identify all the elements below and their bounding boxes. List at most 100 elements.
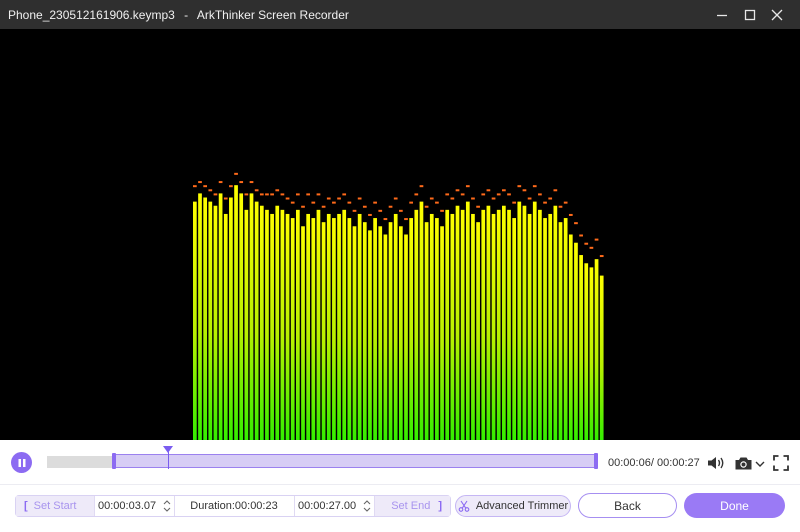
- divider: [0, 484, 800, 485]
- spectrum-peak: [203, 185, 208, 188]
- spectrum-bar: [455, 205, 460, 440]
- spectrum-peak: [435, 201, 439, 204]
- snapshot-button[interactable]: [733, 455, 753, 472]
- spectrum-peak: [393, 197, 398, 200]
- spectrum-bar: [306, 213, 311, 440]
- set-start-button[interactable]: [ Set Start: [16, 496, 94, 516]
- spectrum-peak: [429, 197, 434, 200]
- spectrum-bar: [496, 209, 501, 440]
- spectrum-peak: [543, 201, 547, 204]
- pause-button[interactable]: [11, 452, 32, 473]
- spectrum-bar: [558, 222, 563, 440]
- close-button[interactable]: [765, 4, 789, 26]
- spectrum-peak: [259, 193, 264, 196]
- spectrum-bar: [316, 209, 321, 440]
- current-time: 00:00:06: [608, 457, 651, 469]
- back-button[interactable]: Back: [578, 493, 677, 518]
- spectrum-bar: [543, 218, 547, 440]
- spectrum-bar: [290, 218, 295, 440]
- start-time-stepper[interactable]: [162, 497, 172, 515]
- spectrum-peak: [424, 205, 429, 208]
- spectrum-peak: [213, 193, 218, 196]
- spectrum-peak: [574, 222, 578, 225]
- spectrum-bar: [285, 213, 290, 440]
- title-bar: Phone_230512161906.keymp3 - ArkThinker S…: [0, 0, 800, 29]
- spectrum-bar: [450, 213, 455, 440]
- spectrum-peak: [229, 185, 233, 188]
- spectrum-peak: [594, 238, 599, 241]
- close-icon: [771, 9, 783, 21]
- set-start-label: Set Start: [33, 500, 77, 512]
- trimmer-icon: [458, 500, 470, 512]
- bracket-close: ]: [438, 500, 442, 512]
- spectrum-peak: [290, 201, 295, 204]
- spectrum-peak: [517, 185, 522, 188]
- spectrum-peak: [512, 201, 517, 204]
- spectrum-peak: [502, 189, 506, 192]
- fullscreen-button[interactable]: [772, 454, 790, 472]
- chevron-down-icon: [755, 461, 765, 467]
- spectrum-bar: [424, 222, 429, 440]
- spectrum-peak: [239, 181, 244, 184]
- spectrum-bar: [471, 213, 475, 440]
- spectrum-peak: [357, 197, 362, 200]
- end-time-stepper[interactable]: [362, 497, 372, 515]
- spectrum-peak: [265, 193, 269, 196]
- separator: [294, 496, 295, 516]
- spectrum-bar: [599, 275, 604, 440]
- set-end-button[interactable]: Set End ]: [375, 496, 450, 516]
- spectrum-bar: [218, 193, 223, 440]
- spectrum-peak: [486, 189, 491, 192]
- spectrum-peak: [218, 181, 223, 184]
- spectrum-bar: [435, 218, 439, 440]
- spectrum-peak: [321, 205, 326, 208]
- volume-button[interactable]: [705, 454, 727, 472]
- spectrum-bar: [337, 213, 341, 440]
- trim-end-handle[interactable]: [594, 453, 598, 469]
- bracket-open: [: [24, 500, 28, 512]
- spectrum-peak: [270, 193, 274, 196]
- spectrum-peak: [507, 193, 511, 196]
- spectrum-peak: [599, 255, 604, 258]
- trim-start-handle[interactable]: [112, 453, 116, 469]
- maximize-button[interactable]: [738, 4, 762, 26]
- spectrum-peak: [326, 197, 331, 200]
- spectrum-peak: [193, 185, 197, 188]
- spectrum-bar: [399, 226, 403, 440]
- advanced-trimmer-label: Advanced Trimmer: [475, 500, 569, 512]
- spectrum-bar: [522, 205, 527, 440]
- spectrum-bar: [275, 205, 280, 440]
- start-time-field[interactable]: 00:00:03.07: [98, 496, 164, 516]
- spectrum-bar: [296, 209, 300, 440]
- spectrum-bar: [342, 209, 347, 440]
- end-time-field[interactable]: 00:00:27.00: [298, 496, 364, 516]
- snapshot-options-button[interactable]: [754, 458, 766, 470]
- done-label: Done: [720, 498, 749, 513]
- spectrum-peak: [496, 193, 501, 196]
- playhead-marker[interactable]: [163, 446, 173, 453]
- set-end-label: Set End: [391, 500, 431, 512]
- spectrum-bar: [553, 205, 558, 440]
- minimize-button[interactable]: [710, 4, 734, 26]
- advanced-trimmer-button[interactable]: Advanced Trimmer: [455, 495, 571, 517]
- spectrum-bar: [563, 218, 568, 440]
- done-button[interactable]: Done: [684, 493, 785, 518]
- trim-selection[interactable]: [113, 454, 597, 468]
- spectrum-peak: [579, 234, 583, 237]
- total-time: 00:00:27: [656, 457, 700, 469]
- spectrum-bar: [414, 209, 419, 440]
- spectrum-bar: [244, 209, 249, 440]
- spectrum-peak: [491, 197, 496, 200]
- time-display: 00:00:06/ 00:00:27: [608, 457, 700, 469]
- spectrum-bar: [203, 197, 208, 440]
- duration-display: Duration:00:00:23: [174, 496, 294, 516]
- spectrum-peak: [388, 205, 393, 208]
- spectrum-peak: [296, 193, 300, 196]
- spectrum-bar: [481, 209, 486, 440]
- spectrum-bar: [460, 209, 465, 440]
- spectrum-bar: [393, 213, 398, 440]
- spectrum-bar: [357, 213, 362, 440]
- spectrum-bar: [259, 205, 264, 440]
- playhead[interactable]: [168, 452, 169, 469]
- spectrum-bar: [440, 226, 444, 440]
